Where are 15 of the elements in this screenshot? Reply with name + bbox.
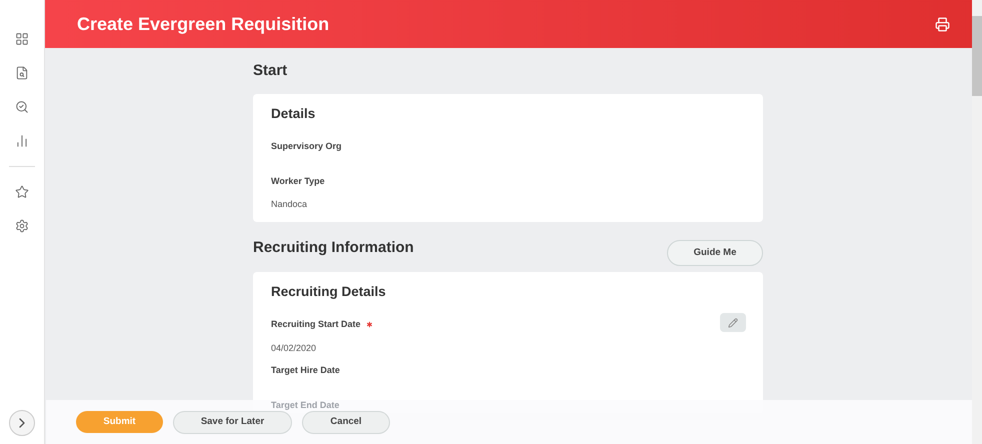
section-title: Start [253, 60, 288, 81]
footer-button[interactable]: Save for Later [173, 410, 292, 434]
card-title: Details [271, 105, 316, 123]
footer-button[interactable]: Cancel [302, 410, 390, 434]
field-label: Recruiting Start Date [271, 318, 361, 331]
field-label: Target Hire Date [271, 364, 340, 377]
field-label: Supervisory Org [271, 140, 342, 153]
field-value: Nandoca [271, 199, 308, 210]
page-title: Create Evergreen Requisition [77, 12, 330, 36]
field-label: Target End Date [271, 398, 340, 412]
field-label: Worker Type [271, 174, 325, 188]
section-title: Recruiting Information [253, 238, 414, 258]
field-value: 04/02/2020 [271, 342, 316, 352]
card-title: Recruiting Details [271, 283, 387, 302]
guide-me-button[interactable]: Guide Me [667, 240, 763, 266]
